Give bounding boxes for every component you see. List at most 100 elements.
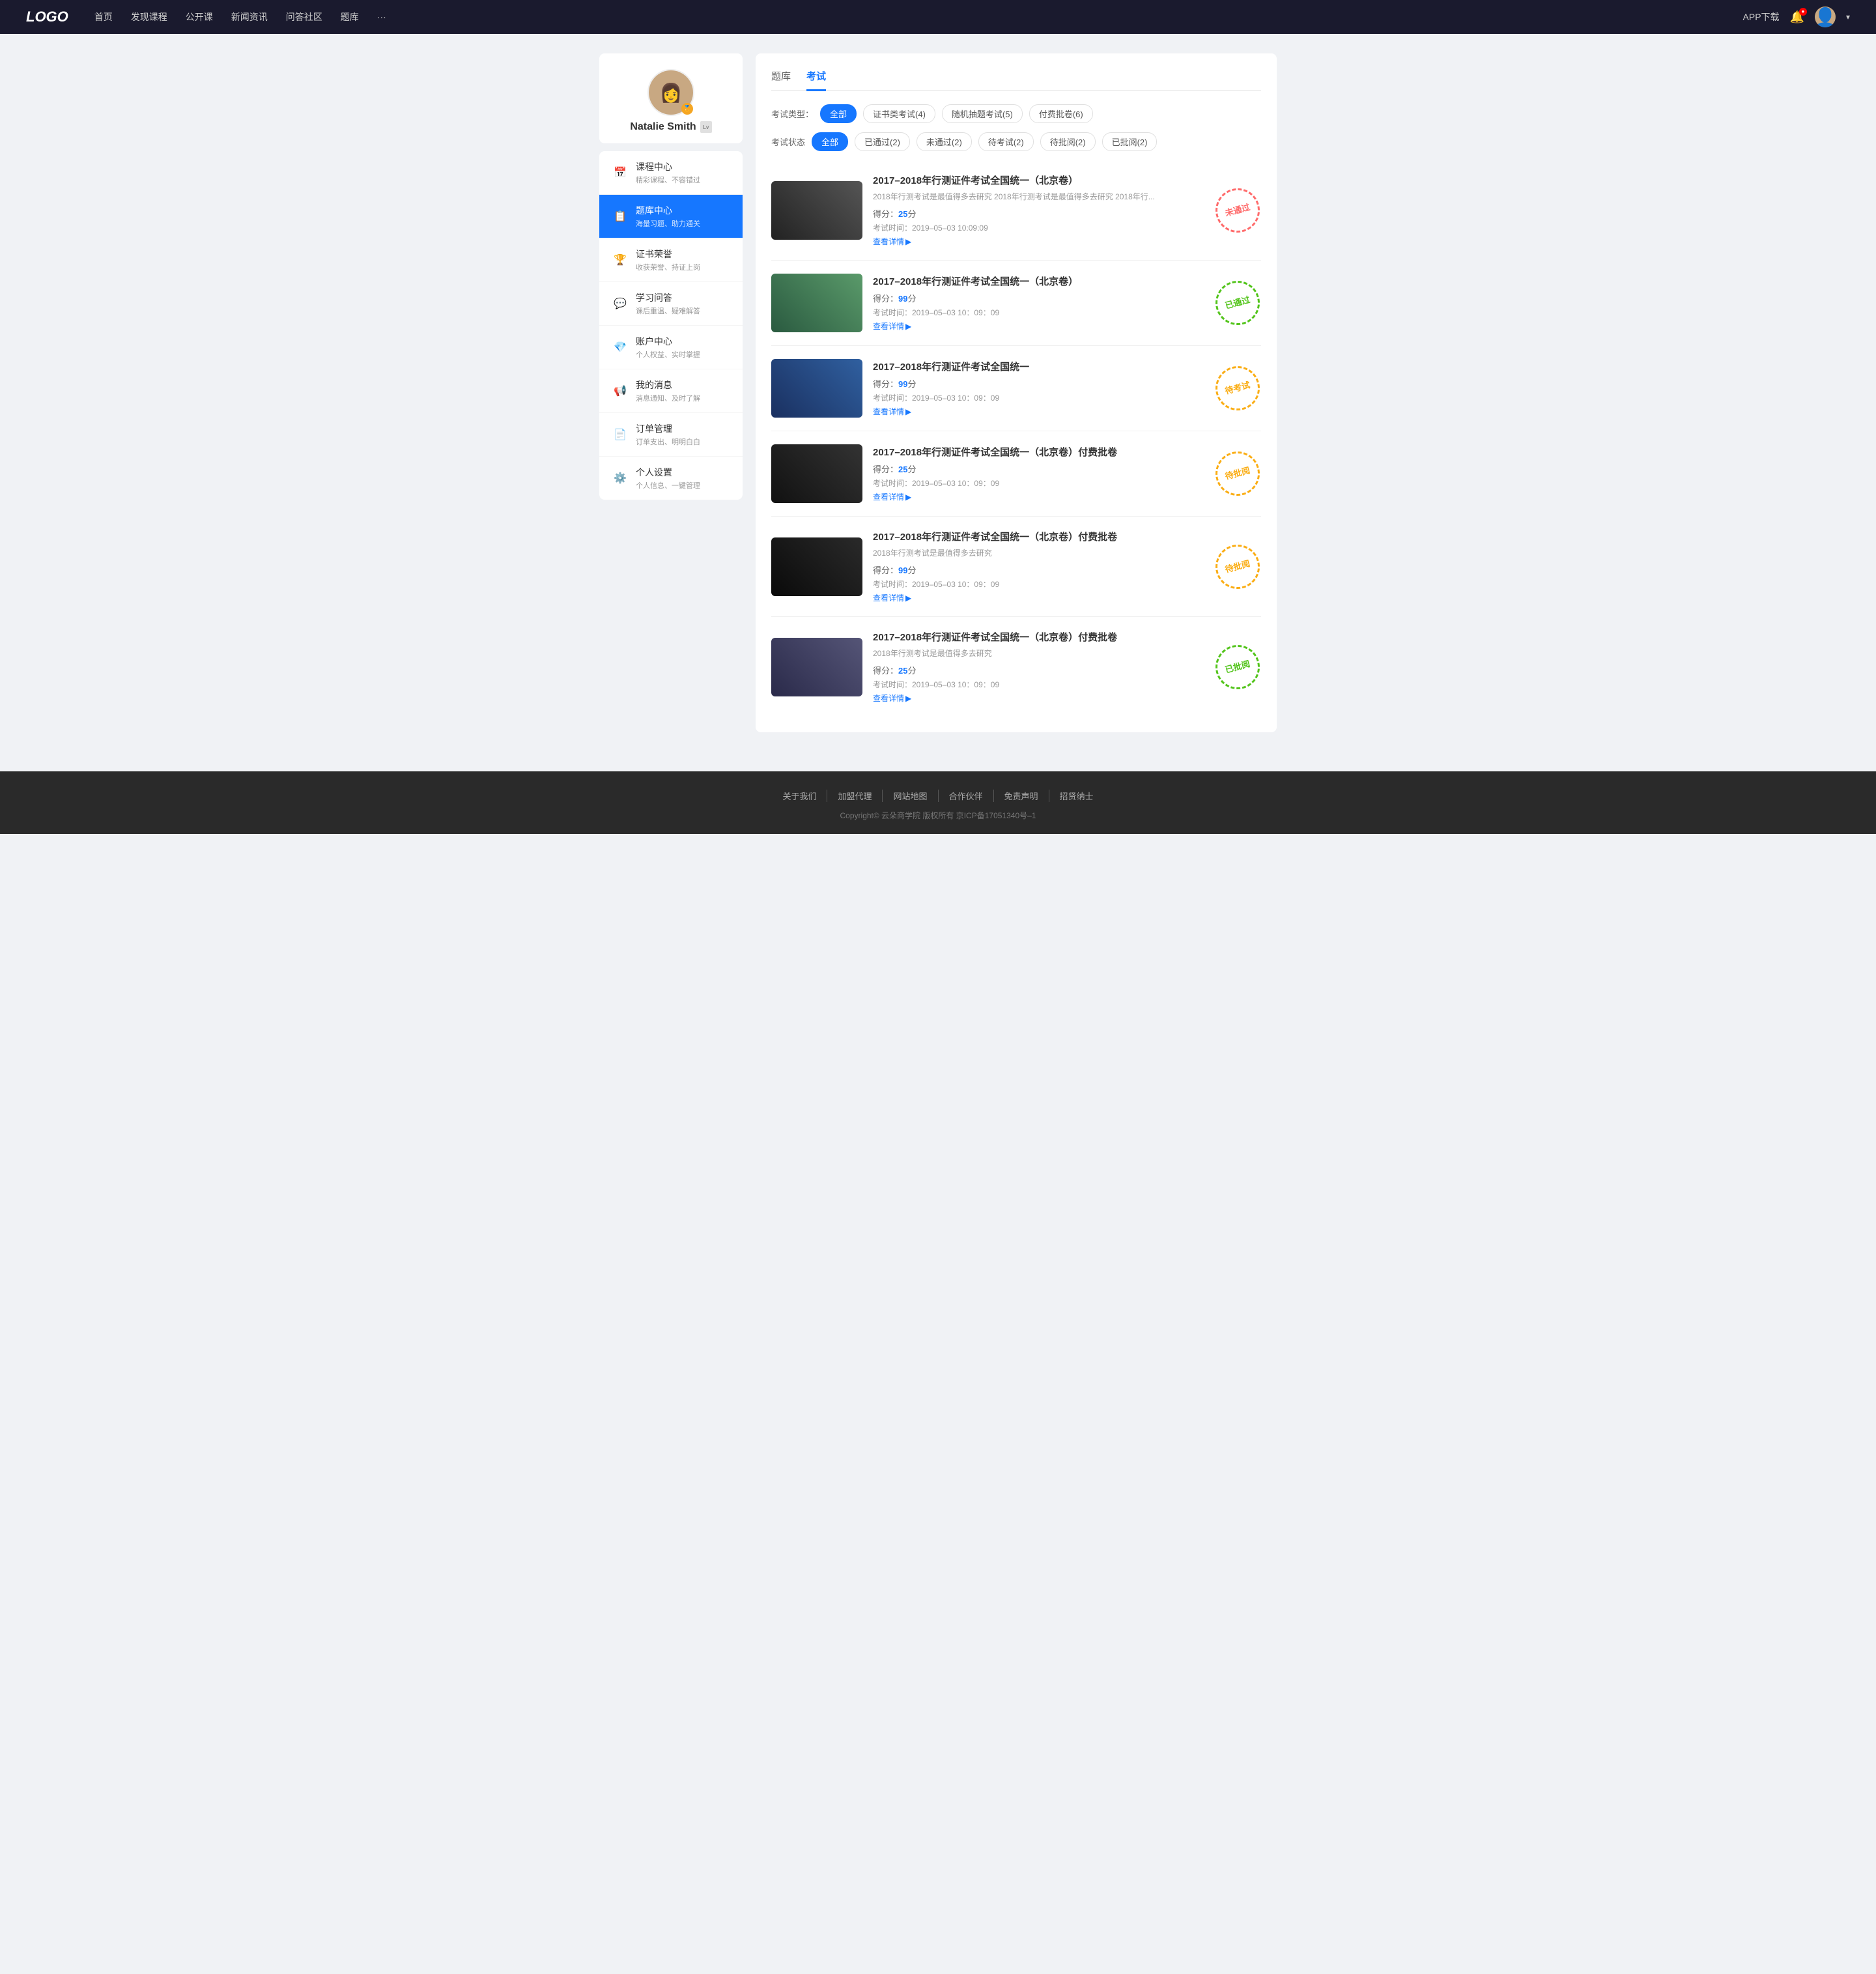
exam-status-1: 已通过: [1214, 279, 1261, 326]
status-filter-passed[interactable]: 已通过(2): [855, 132, 910, 151]
menu-text-qb: 题库中心 海量习题、助力通关: [636, 204, 730, 229]
sidebar-item-messages[interactable]: 📢 我的消息 消息通知、及时了解: [599, 369, 743, 413]
footer-link-0[interactable]: 关于我们: [772, 790, 827, 802]
type-filter-random[interactable]: 随机抽题考试(5): [942, 104, 1023, 123]
header-chevron-icon[interactable]: ▾: [1846, 12, 1850, 21]
type-filter-cert[interactable]: 证书类考试(4): [863, 104, 935, 123]
logo[interactable]: LOGO: [26, 8, 68, 25]
thumb-content-2: [771, 359, 862, 418]
sidebar-item-qa[interactable]: 💬 学习问答 课后重温、疑难解答: [599, 282, 743, 326]
course-icon: 📅: [612, 165, 628, 180]
qa-icon: 💬: [612, 296, 628, 311]
main-container: 👩 🏅 Natalie Smith Lv 📅 课程中心 精彩课程、不容错过 📋: [586, 34, 1290, 752]
avatar-image: 👤: [1815, 7, 1836, 27]
exam-thumb-0: [771, 181, 862, 240]
status-filter-pending[interactable]: 待考试(2): [978, 132, 1034, 151]
detail-arrow-icon-0: ▶: [905, 237, 911, 246]
footer-link-5[interactable]: 招贤纳士: [1049, 790, 1104, 802]
menu-label-msg: 我的消息: [636, 379, 730, 392]
nav-question-bank[interactable]: 题库: [341, 10, 359, 23]
exam-thumb-5: [771, 638, 862, 696]
nav-home[interactable]: 首页: [94, 10, 113, 23]
footer-link-1[interactable]: 加盟代理: [827, 790, 883, 802]
exam-score-row-1: 得分：99分: [873, 292, 1204, 304]
footer-link-2[interactable]: 网站地图: [883, 790, 938, 802]
exam-list: 2017–2018年行测证件考试全国统一（北京卷） 2018年行测考试是最值得多…: [771, 160, 1261, 717]
sidebar-item-course[interactable]: 📅 课程中心 精彩课程、不容错过: [599, 151, 743, 195]
exam-title-2: 2017–2018年行测证件考试全国统一: [873, 360, 1204, 373]
questionbank-icon: 📋: [612, 208, 628, 224]
menu-label-account: 账户中心: [636, 335, 730, 348]
tab-exam[interactable]: 考试: [806, 69, 826, 91]
nav-discover[interactable]: 发现课程: [131, 10, 167, 23]
score-unit-0: 分: [907, 209, 916, 219]
settings-icon: ⚙️: [612, 470, 628, 486]
nav-news[interactable]: 新闻资讯: [231, 10, 268, 23]
menu-text-qa: 学习问答 课后重温、疑难解答: [636, 291, 730, 316]
menu-label-cert: 证书荣誉: [636, 248, 730, 261]
footer-link-4[interactable]: 免责声明: [994, 790, 1049, 802]
notification-bell[interactable]: 🔔 ●: [1790, 10, 1804, 24]
exam-item-5: 2017–2018年行测证件考试全国统一（北京卷）付费批卷 2018年行测考试是…: [771, 617, 1261, 717]
user-avatar[interactable]: 👤: [1815, 7, 1836, 27]
menu-sub-account: 个人权益、实时掌握: [636, 349, 730, 360]
content-tabs: 题库 考试: [771, 69, 1261, 91]
sidebar-item-account[interactable]: 💎 账户中心 个人权益、实时掌握: [599, 326, 743, 369]
sidebar-username: Natalie Smith Lv: [610, 121, 732, 133]
exam-detail-link-0[interactable]: 查看详情 ▶: [873, 236, 1204, 247]
exam-detail-link-4[interactable]: 查看详情 ▶: [873, 592, 1204, 603]
score-label-1: 得分：: [873, 294, 898, 304]
menu-text-msg: 我的消息 消息通知、及时了解: [636, 379, 730, 403]
app-download-link[interactable]: APP下载: [1743, 10, 1780, 23]
menu-label-qb: 题库中心: [636, 204, 730, 217]
detail-arrow-icon-4: ▶: [905, 594, 911, 603]
status-filter-reviewed[interactable]: 已批阅(2): [1102, 132, 1158, 151]
status-stamp-0: 未通过: [1210, 183, 1264, 237]
tab-questionbank[interactable]: 题库: [771, 69, 791, 91]
nav-more[interactable]: ···: [377, 12, 386, 22]
footer-links: 关于我们加盟代理网站地图合作伙伴免责声明招贤纳士: [13, 790, 1863, 802]
exam-title-0: 2017–2018年行测证件考试全国统一（北京卷）: [873, 173, 1204, 187]
score-label-4: 得分：: [873, 565, 898, 575]
thumb-content-5: [771, 638, 862, 696]
exam-item-0: 2017–2018年行测证件考试全国统一（北京卷） 2018年行测考试是最值得多…: [771, 160, 1261, 261]
menu-sub-cert: 收获荣誉、持证上岗: [636, 262, 730, 272]
exam-info-1: 2017–2018年行测证件考试全国统一（北京卷） 得分：99分 考试时间：20…: [873, 274, 1204, 332]
status-filter-failed[interactable]: 未通过(2): [917, 132, 972, 151]
notification-badge: ●: [1799, 8, 1807, 16]
status-stamp-4: 待批阅: [1210, 539, 1264, 594]
footer-link-3[interactable]: 合作伙伴: [939, 790, 994, 802]
exam-detail-link-5[interactable]: 查看详情 ▶: [873, 693, 1204, 704]
status-filter-review[interactable]: 待批阅(2): [1040, 132, 1096, 151]
exam-time-1: 考试时间：2019–05–03 10：09：09: [873, 307, 1204, 318]
exam-info-0: 2017–2018年行测证件考试全国统一（北京卷） 2018年行测考试是最值得多…: [873, 173, 1204, 247]
menu-sub-msg: 消息通知、及时了解: [636, 393, 730, 403]
exam-detail-link-1[interactable]: 查看详情 ▶: [873, 321, 1204, 332]
nav-qa[interactable]: 问答社区: [286, 10, 322, 23]
sidebar-menu: 📅 课程中心 精彩课程、不容错过 📋 题库中心 海量习题、助力通关 🏆 证书荣誉…: [599, 151, 743, 500]
exam-detail-link-3[interactable]: 查看详情 ▶: [873, 491, 1204, 502]
menu-sub-settings: 个人信息、一键管理: [636, 480, 730, 491]
menu-label-settings: 个人设置: [636, 466, 730, 479]
sidebar-item-certificate[interactable]: 🏆 证书荣誉 收获荣誉、持证上岗: [599, 238, 743, 282]
status-filter-all[interactable]: 全部: [812, 132, 848, 151]
menu-sub-qb: 海量习题、助力通关: [636, 218, 730, 229]
type-filter-paid[interactable]: 付费批卷(6): [1029, 104, 1093, 123]
sidebar-item-questionbank[interactable]: 📋 题库中心 海量习题、助力通关: [599, 195, 743, 238]
score-label-3: 得分：: [873, 465, 898, 474]
sidebar-item-settings[interactable]: ⚙️ 个人设置 个人信息、一键管理: [599, 457, 743, 500]
exam-score-val-3: 25: [898, 465, 907, 474]
score-unit-4: 分: [907, 565, 916, 575]
type-filter-all[interactable]: 全部: [820, 104, 857, 123]
exam-thumb-1: [771, 274, 862, 332]
menu-label-course: 课程中心: [636, 160, 730, 173]
nav-open-course[interactable]: 公开课: [186, 10, 213, 23]
status-stamp-5: 已批阅: [1210, 640, 1264, 694]
exam-detail-link-2[interactable]: 查看详情 ▶: [873, 406, 1204, 417]
sidebar: 👩 🏅 Natalie Smith Lv 📅 课程中心 精彩课程、不容错过 📋: [599, 53, 743, 732]
detail-arrow-icon-5: ▶: [905, 694, 911, 703]
exam-time-3: 考试时间：2019–05–03 10：09：09: [873, 478, 1204, 489]
messages-icon: 📢: [612, 383, 628, 399]
exam-time-0: 考试时间：2019–05–03 10:09:09: [873, 222, 1204, 233]
sidebar-item-orders[interactable]: 📄 订单管理 订单支出、明明白白: [599, 413, 743, 457]
